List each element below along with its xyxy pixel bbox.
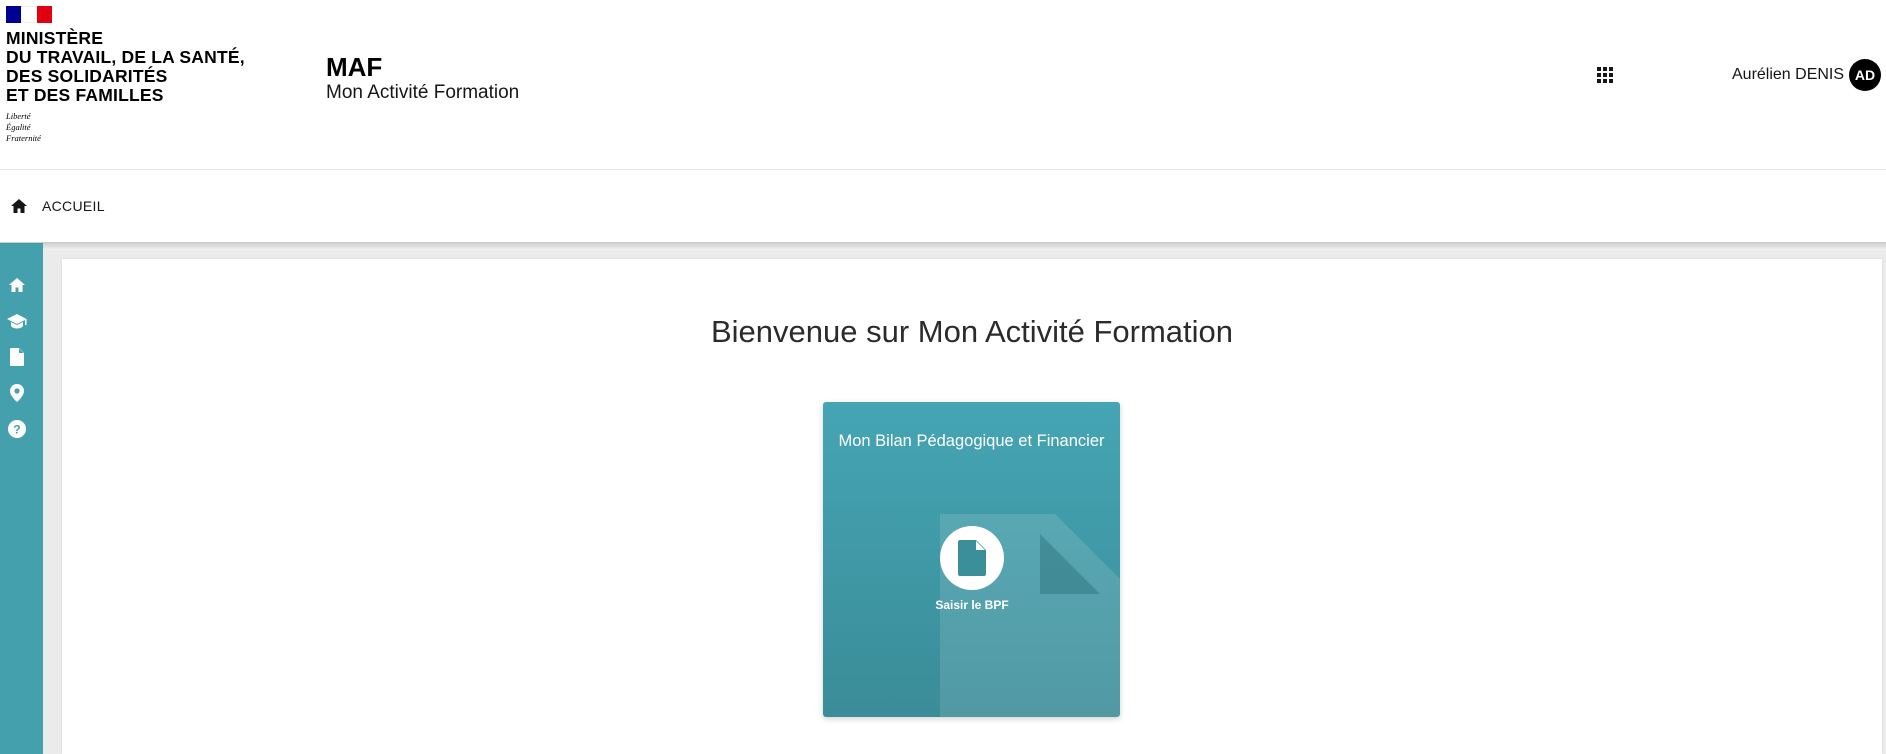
home-icon (9, 278, 25, 292)
sidebar-item-locations[interactable] (7, 383, 27, 403)
breadcrumb-shadow (0, 242, 1886, 250)
main-panel: Bienvenue sur Mon Activité Formation Mon… (62, 259, 1882, 754)
graduation-cap-icon (7, 314, 27, 329)
document-icon (958, 540, 986, 576)
french-flag-icon (6, 6, 52, 23)
enter-bpf-label[interactable]: Saisir le BPF (823, 598, 1120, 612)
map-marker-icon (10, 384, 24, 402)
svg-text:?: ? (13, 423, 20, 437)
service-name[interactable]: MAF Mon Activité Formation (326, 52, 519, 104)
republic-motto: Liberté Égalité Fraternité (6, 111, 41, 143)
home-icon[interactable] (10, 198, 28, 214)
sidebar-item-help[interactable]: ? (7, 419, 27, 439)
page-title: Bienvenue sur Mon Activité Formation (710, 314, 1234, 349)
bpf-card[interactable]: Mon Bilan Pédagogique et Financier Saisi… (823, 402, 1120, 717)
ministry-logo[interactable]: MINISTÈRE DU TRAVAIL, DE LA SANTÉ, DES S… (6, 6, 256, 144)
enter-bpf-button[interactable] (940, 526, 1004, 590)
service-tagline: Mon Activité Formation (326, 82, 520, 103)
ministry-name: MINISTÈRE DU TRAVAIL, DE LA SANTÉ, DES S… (6, 28, 245, 105)
grid-icon[interactable] (1597, 67, 1613, 83)
breadcrumb: ACCUEIL (0, 170, 1886, 242)
sidebar: ? (0, 243, 43, 754)
help-icon: ? (8, 420, 26, 438)
card-title: Mon Bilan Pédagogique et Financier (838, 432, 1105, 450)
user-avatar[interactable]: AD (1849, 59, 1881, 91)
user-name[interactable]: Aurélien DENIS (1732, 66, 1844, 84)
sidebar-item-home[interactable] (7, 275, 27, 295)
service-title: MAF (326, 52, 383, 82)
breadcrumb-accueil[interactable]: ACCUEIL (42, 198, 105, 214)
document-icon (10, 348, 24, 366)
site-header: MINISTÈRE DU TRAVAIL, DE LA SANTÉ, DES S… (0, 0, 1886, 170)
sidebar-item-training[interactable] (7, 311, 27, 331)
sidebar-item-documents[interactable] (7, 347, 27, 367)
